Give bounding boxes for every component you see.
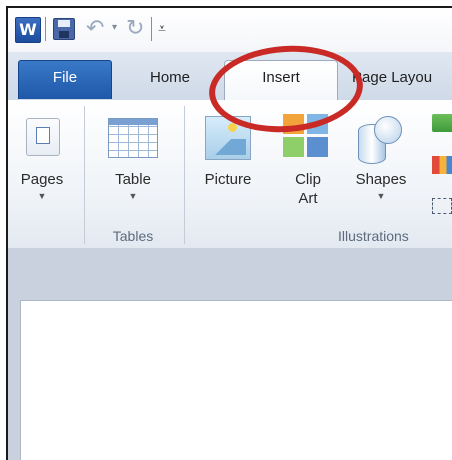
chart-icon[interactable]: [432, 156, 452, 174]
word-window: W ↶ ▾ ↻ ⩡ File Home Insert Page Layou Pa…: [6, 6, 452, 460]
screenshot-icon[interactable]: [432, 198, 452, 214]
pages-label: Pages: [20, 171, 64, 188]
group-label-tables: Tables: [112, 228, 154, 244]
chevron-down-icon: ▼: [128, 191, 138, 201]
quick-access-toolbar: W ↶ ▾ ↻ ⩡: [8, 8, 452, 52]
picture-button[interactable]: Picture: [192, 170, 264, 189]
undo-icon[interactable]: ↶: [86, 16, 104, 42]
clip-art-label-line1: Clip: [295, 171, 321, 188]
toolbar-separator: [151, 17, 152, 41]
customize-qat-icon[interactable]: ⩡: [158, 20, 170, 38]
picture-label: Picture: [204, 171, 252, 188]
group-label-illustrations: Illustrations: [338, 228, 409, 244]
undo-dropdown-icon[interactable]: ▾: [112, 22, 117, 33]
tab-file[interactable]: File: [18, 60, 112, 99]
shapes-button[interactable]: Shapes ▼: [344, 170, 418, 203]
save-icon[interactable]: [53, 18, 75, 40]
pages-button[interactable]: Pages ▼: [12, 170, 72, 203]
table-label: Table: [115, 171, 151, 188]
shapes-label: Shapes: [355, 171, 407, 188]
word-app-icon[interactable]: W: [15, 17, 41, 43]
circle-shape: [374, 116, 402, 144]
ribbon-insert: Pages ▼ Table ▼ Tables Picture Clip Art: [8, 100, 452, 249]
document-area: [8, 248, 452, 460]
smartart-icon[interactable]: [432, 114, 452, 132]
tab-home[interactable]: Home: [130, 61, 210, 97]
clip-art-button[interactable]: Clip Art: [278, 170, 338, 208]
table-icon[interactable]: [108, 118, 158, 158]
clip-art-label-line2: Art: [298, 190, 318, 207]
shapes-icon[interactable]: [358, 116, 404, 164]
toolbar-separator: [45, 17, 46, 41]
redo-icon[interactable]: ↻: [126, 16, 144, 42]
tab-page-layout[interactable]: Page Layou: [352, 61, 452, 97]
chevron-down-icon: ▼: [37, 191, 47, 201]
chevron-down-icon: ▼: [376, 191, 386, 201]
table-button[interactable]: Table ▼: [98, 170, 168, 203]
group-separator: [184, 106, 185, 244]
group-separator: [84, 106, 85, 244]
document-page[interactable]: [20, 300, 452, 460]
pages-icon[interactable]: [26, 118, 60, 156]
